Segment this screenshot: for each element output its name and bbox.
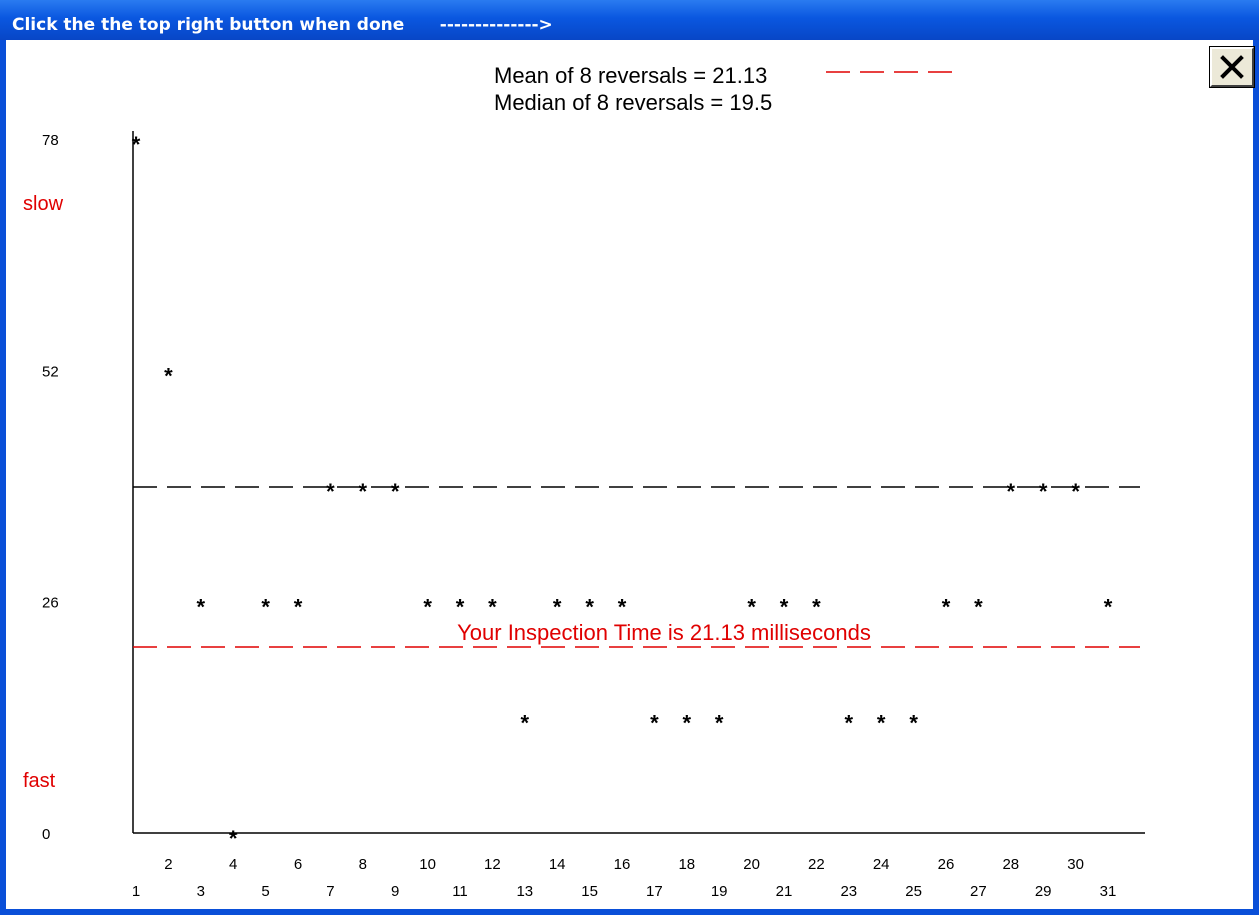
x-tick-label: 16 [614, 856, 631, 873]
data-point: * [391, 479, 400, 504]
data-point: * [456, 595, 465, 620]
legend-mean: Mean of 8 reversals = 21.13 [494, 63, 767, 88]
x-tick-label: 1 [132, 883, 140, 900]
data-point: * [197, 595, 206, 620]
data-point: * [650, 710, 659, 735]
x-tick-label: 28 [1002, 856, 1019, 873]
data-point: * [553, 595, 562, 620]
x-tick-label: 9 [391, 883, 399, 900]
scatter-chart: 7852260slowfast2 4 6 8 10 12 14 16 18 20 22 24 26 28 3… [23, 63, 1145, 900]
x-tick-label: 4 [229, 856, 237, 873]
x-tick-label: 21 [776, 883, 793, 900]
x-tick-label: 31 [1100, 883, 1117, 900]
x-tick-label: 12 [484, 856, 501, 873]
x-tick-label: 27 [970, 883, 987, 900]
x-tick-label: 24 [873, 856, 890, 873]
x-tick-label: 29 [1035, 883, 1052, 900]
data-point: * [261, 595, 270, 620]
x-tick-label: 10 [419, 856, 436, 873]
x-tick-label: 8 [359, 856, 367, 873]
data-point: * [132, 132, 141, 157]
data-point: * [164, 363, 173, 388]
data-point: * [683, 710, 692, 735]
data-point: * [845, 710, 854, 735]
x-tick-label: 5 [261, 883, 269, 900]
data-point: * [1071, 479, 1080, 504]
data-point: * [909, 710, 918, 735]
data-point: * [359, 479, 368, 504]
x-tick-label: 13 [516, 883, 533, 900]
x-tick-label: 17 [646, 883, 663, 900]
data-point: * [294, 595, 303, 620]
x-tick-label: 25 [905, 883, 922, 900]
data-point: * [877, 710, 886, 735]
data-point: * [780, 595, 789, 620]
fast-label: fast [23, 770, 56, 792]
legend-median: Median of 8 reversals = 19.5 [494, 90, 772, 115]
inspection-time-annotation: Your Inspection Time is 21.13 millisecon… [457, 620, 871, 645]
data-point: * [521, 710, 530, 735]
x-tick-label: 6 [294, 856, 302, 873]
x-tick-label: 7 [326, 883, 334, 900]
x-tick-label: 15 [581, 883, 598, 900]
close-x-icon [1220, 55, 1244, 79]
data-point: * [747, 595, 756, 620]
x-tick-label: 20 [743, 856, 760, 873]
x-tick-label: 14 [549, 856, 566, 873]
data-point: * [326, 479, 335, 504]
data-point: * [1039, 479, 1048, 504]
data-point: * [229, 826, 238, 851]
data-point: * [488, 595, 497, 620]
data-point: * [1007, 479, 1016, 504]
y-tick-label: 78 [42, 132, 59, 149]
slow-label: slow [23, 193, 64, 215]
data-point: * [974, 595, 983, 620]
data-point: * [715, 710, 724, 735]
x-tick-label: 18 [678, 856, 695, 873]
x-tick-label: 3 [197, 883, 205, 900]
data-point: * [585, 595, 594, 620]
data-point: * [1104, 595, 1113, 620]
data-point: * [812, 595, 821, 620]
app-window: Click the the top right button when done… [0, 0, 1259, 915]
x-tick-label: 22 [808, 856, 825, 873]
close-button[interactable] [1209, 46, 1255, 88]
y-tick-label: 0 [42, 826, 50, 843]
y-tick-label: 26 [42, 595, 59, 612]
y-tick-label: 52 [42, 363, 59, 380]
x-tick-label: 11 [452, 883, 468, 900]
data-point: * [618, 595, 627, 620]
x-tick-label: 2 [164, 856, 172, 873]
data-point: * [423, 595, 432, 620]
x-tick-label: 19 [711, 883, 728, 900]
data-point: * [942, 595, 951, 620]
x-tick-label: 23 [840, 883, 857, 900]
x-tick-label: 30 [1067, 856, 1084, 873]
x-tick-label: 26 [938, 856, 955, 873]
